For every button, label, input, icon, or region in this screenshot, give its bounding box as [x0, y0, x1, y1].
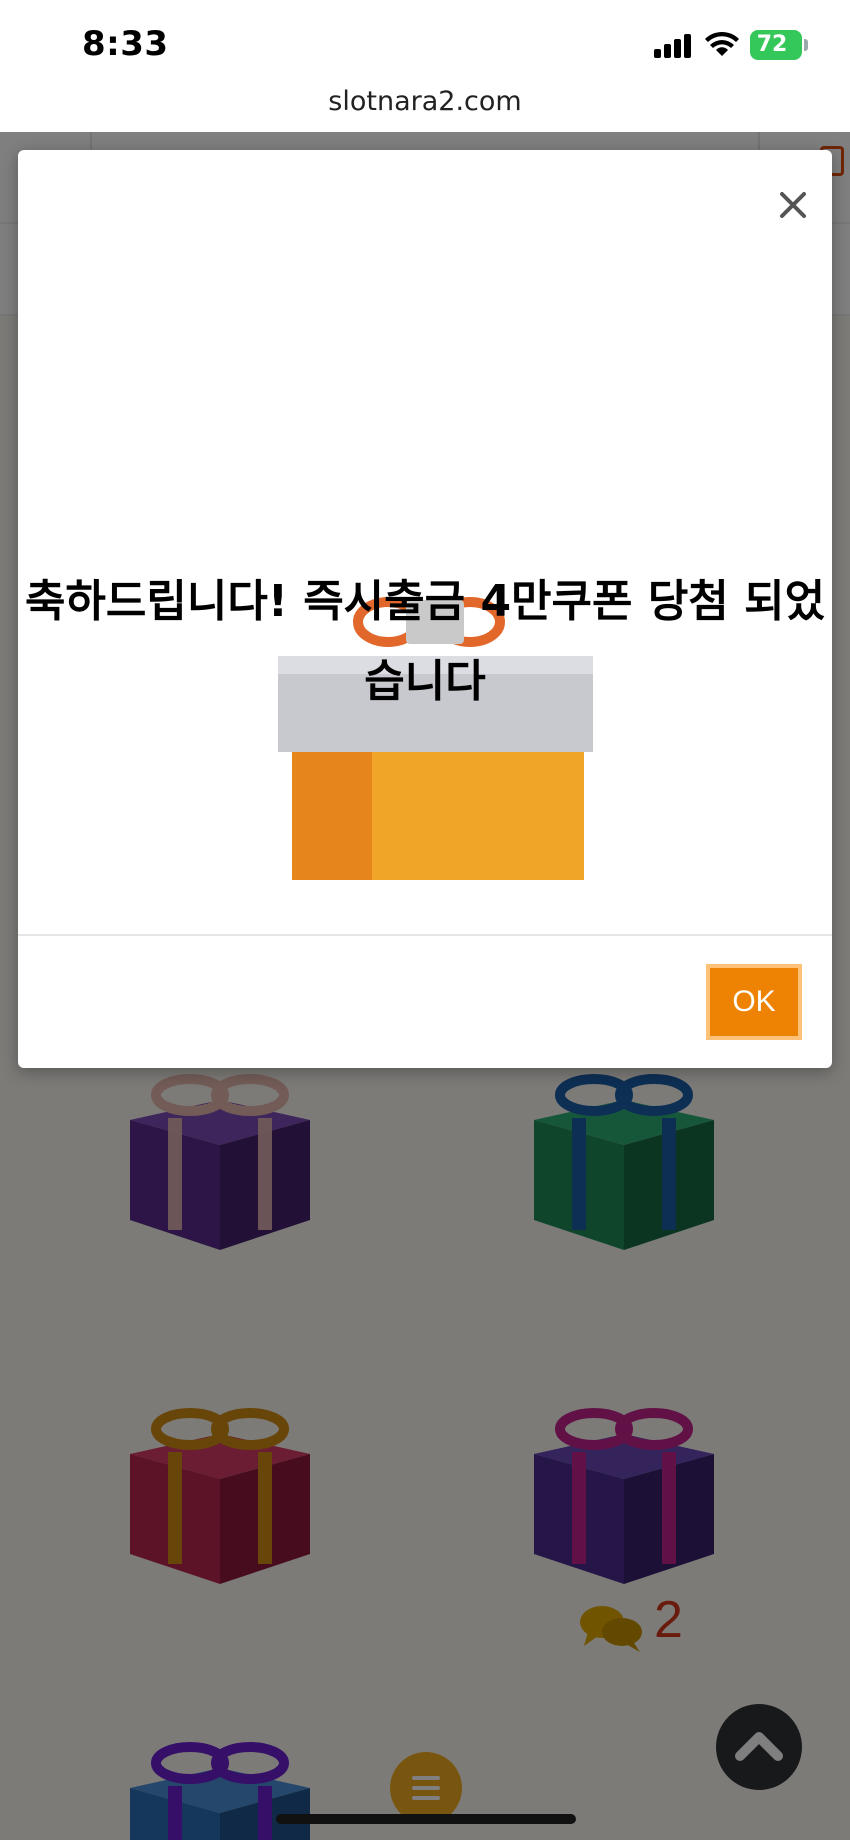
close-button[interactable] — [770, 182, 816, 228]
battery-tip — [804, 39, 808, 51]
close-icon — [780, 192, 806, 218]
modal-footer: OK — [18, 934, 832, 1070]
signal-icon — [654, 32, 694, 58]
url-text[interactable]: slotnara2.com — [0, 86, 850, 117]
status-time: 8:33 — [82, 24, 169, 64]
ok-button[interactable]: OK — [706, 964, 802, 1040]
url-bar[interactable]: slotnara2.com — [0, 80, 850, 132]
prize-modal: 축하드립니다! 즉시출금 4만쿠폰 당첨 되었습니다 OK — [18, 150, 832, 1068]
battery-icon: 72 — [750, 30, 802, 60]
home-indicator[interactable] — [276, 1814, 576, 1824]
battery-level: 72 — [756, 32, 788, 57]
modal-body: 축하드립니다! 즉시출금 4만쿠폰 당첨 되었습니다 — [18, 150, 832, 934]
prize-message: 축하드립니다! 즉시출금 4만쿠폰 당첨 되었습니다 — [24, 576, 826, 707]
status-bar: 8:33 72 — [0, 0, 850, 80]
wifi-icon — [705, 31, 739, 56]
